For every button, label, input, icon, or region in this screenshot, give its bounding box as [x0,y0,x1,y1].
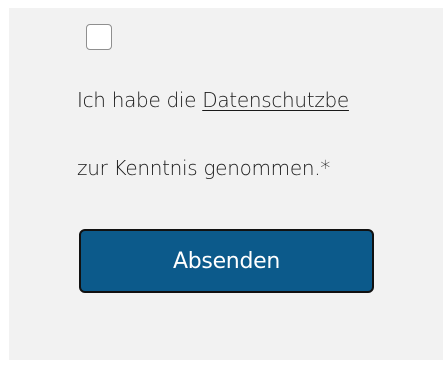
privacy-consent-checkbox[interactable] [86,24,112,50]
submit-button[interactable]: Absenden [79,229,374,293]
consent-text-line-2: zur Kenntnis genommen.* [77,156,331,180]
consent-text-prefix: Ich habe die [77,88,203,112]
contact-form-panel: Ich habe die Datenschutzbe zur Kenntnis … [9,8,443,360]
privacy-policy-link[interactable]: Datenschutzbe [202,88,349,112]
privacy-consent-text: Ich habe die Datenschutzbe [77,88,349,112]
